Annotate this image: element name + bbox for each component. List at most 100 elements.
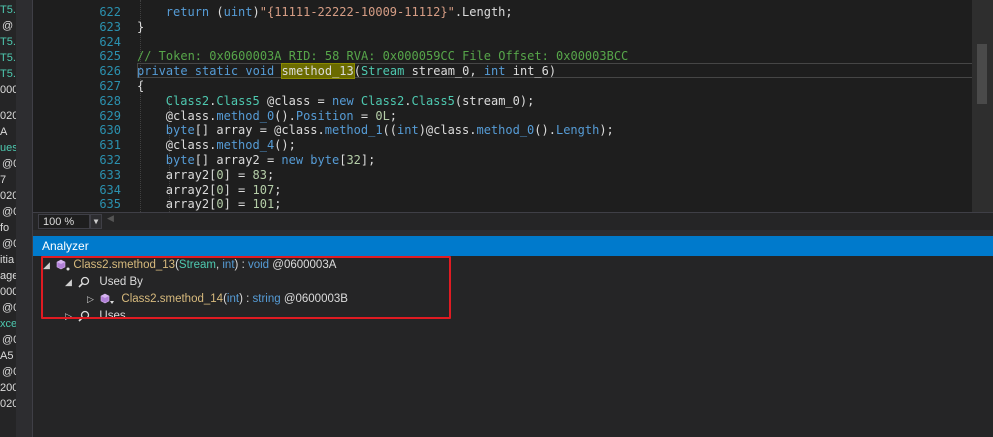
side-panel-item-fragment[interactable]: 000 (0, 84, 16, 96)
side-panel-item-fragment[interactable]: @02 (2, 238, 16, 250)
code-text: @class.method_0().Position = 0L; (166, 109, 397, 124)
code-line[interactable]: 633 array2[0] = 83; (33, 168, 993, 183)
code-token: 32 (346, 153, 361, 167)
line-number: 624 (99, 34, 121, 49)
line-number: 634 (99, 182, 121, 197)
code-token: method_0 (476, 123, 535, 138)
code-token: Class2 (165, 93, 210, 108)
code-token: .Length; (454, 5, 513, 19)
code-token: (). (274, 108, 296, 123)
code-token: (stream_0); (454, 93, 535, 108)
side-panel-item-fragment[interactable]: @02 (2, 334, 16, 346)
code-token: (). (534, 123, 556, 138)
code-token: ( (209, 5, 224, 19)
side-panel-item-fragment[interactable]: @02 (2, 206, 16, 218)
line-number: 635 (99, 197, 121, 212)
code-line[interactable]: 635 array2[0] = 101; (33, 197, 993, 212)
code-token: Stream (360, 64, 405, 79)
side-panel-item-fragment[interactable]: itia (0, 254, 14, 266)
code-token: . (404, 93, 412, 108)
side-panel-item-fragment[interactable]: 020 (0, 110, 16, 122)
line-number: 626 (99, 64, 121, 79)
code-text: } (137, 20, 144, 35)
code-token: byte (165, 123, 195, 138)
side-panel-item-fragment[interactable]: T5. (0, 68, 16, 80)
code-token: [] array = @class. (194, 123, 325, 138)
line-number: 631 (99, 138, 121, 153)
code-token: stream_0, (404, 64, 484, 79)
code-line[interactable]: 634 array2[0] = 107; (33, 183, 993, 198)
code-token: method_1 (324, 123, 383, 138)
code-text: @class.method_4(); (166, 138, 296, 153)
side-panel-item-fragment[interactable]: @02 (2, 302, 16, 314)
side-panel-item-fragment[interactable]: 7 (0, 174, 6, 186)
code-token: Length (555, 123, 600, 138)
side-panel-item-fragment[interactable]: 200 (0, 382, 16, 394)
code-editor[interactable]: 622 return (uint)"{11111-22222-10009-1111… (33, 0, 993, 212)
code-token: 0L (375, 108, 390, 123)
side-panel-item-fragment[interactable]: 000 (0, 286, 16, 298)
code-text: byte[] array = @class.method_1((int)@cla… (166, 123, 614, 138)
code-token: "{11111-22222-10009-11112}" (259, 5, 455, 19)
side-panel-item-fragment[interactable]: age (0, 270, 16, 282)
line-number: 630 (99, 123, 121, 138)
code-token: // Token: 0x0600003A RID: 58 RVA: 0x0000… (137, 49, 629, 64)
code-line[interactable]: 623} (33, 20, 993, 35)
code-token: int_6) (505, 64, 557, 79)
code-token: ]; (360, 153, 376, 167)
code-line[interactable]: 630 byte[] array = @class.method_1((int)@… (33, 123, 993, 138)
code-token: ] = (223, 182, 253, 197)
code-line[interactable]: 628 Class2.Class5 @class = new Class2.Cla… (33, 94, 993, 109)
code-line[interactable]: 632 byte[] array2 = new byte[32]; (33, 153, 993, 168)
code-token: { (137, 79, 145, 93)
code-line[interactable]: 622 return (uint)"{11111-22222-10009-1111… (33, 5, 993, 20)
code-token: 101 (252, 197, 275, 212)
code-line[interactable]: 626 private static void smethod_13(Stream… (33, 63, 993, 80)
code-token: 0 (216, 167, 224, 182)
side-panel-item-fragment[interactable]: T5. (0, 52, 16, 64)
code-line[interactable]: 625 // Token: 0x0600003A RID: 58 RVA: 0x0… (33, 49, 993, 64)
code-text: Class2.Class5 @class = new Class2.Class5… (166, 94, 535, 109)
code-token: private static void (137, 64, 282, 79)
line-number: 629 (99, 108, 121, 123)
code-token: @class = (259, 93, 332, 108)
side-panel-item-fragment[interactable]: A5 (0, 350, 13, 362)
code-token: 83 (252, 167, 267, 182)
side-panel-item-fragment[interactable]: 020 (0, 398, 16, 410)
analyzer-title: Analyzer (42, 239, 89, 253)
code-token: 107 (252, 182, 275, 197)
line-number: 625 (99, 49, 121, 64)
code-token: new byte (281, 153, 340, 167)
code-line[interactable]: 629 @class.method_0().Position = 0L; (33, 109, 993, 124)
code-token: Position (295, 108, 354, 123)
code-token: return (165, 5, 210, 19)
code-token: (( (382, 123, 397, 138)
side-panel-item-fragment[interactable]: @02 (2, 158, 16, 170)
line-number: 622 (99, 5, 121, 19)
code-token: ; (274, 182, 282, 197)
code-token: )@class. (418, 123, 477, 138)
code-token: ); (599, 123, 614, 138)
code-token: array2[ (165, 167, 217, 182)
zoom-input[interactable]: 100 % (38, 214, 90, 229)
scroll-left-icon[interactable]: ◀ (107, 214, 114, 224)
side-panel-item-fragment[interactable]: A (0, 126, 7, 138)
editor-status-bar: 100 % ▼ ◀ (33, 212, 993, 231)
code-line[interactable]: 627 { (33, 79, 993, 94)
code-token: array2[ (165, 197, 217, 212)
side-panel-item-fragment[interactable]: ues (0, 142, 16, 154)
side-panel-item-fragment[interactable]: @ (2, 20, 13, 32)
code-line[interactable]: 631 @class.method_4(); (33, 138, 993, 153)
code-token: ) (252, 5, 260, 19)
code-token: ] = (223, 167, 253, 182)
side-panel-item-fragment[interactable]: T5. (0, 36, 16, 48)
side-panel-item-fragment[interactable]: 020 (0, 190, 16, 202)
code-token: } (137, 19, 145, 34)
side-panel-item-fragment[interactable]: T5. (0, 4, 16, 16)
code-line[interactable]: 624 (33, 35, 993, 50)
side-panel-item-fragment[interactable]: xce (0, 318, 16, 330)
side-panel-item-fragment[interactable]: @02 (2, 366, 16, 378)
code-token: ] = (223, 197, 253, 212)
zoom-dropdown-icon[interactable]: ▼ (90, 214, 102, 229)
side-panel-item-fragment[interactable]: fo (0, 222, 9, 234)
